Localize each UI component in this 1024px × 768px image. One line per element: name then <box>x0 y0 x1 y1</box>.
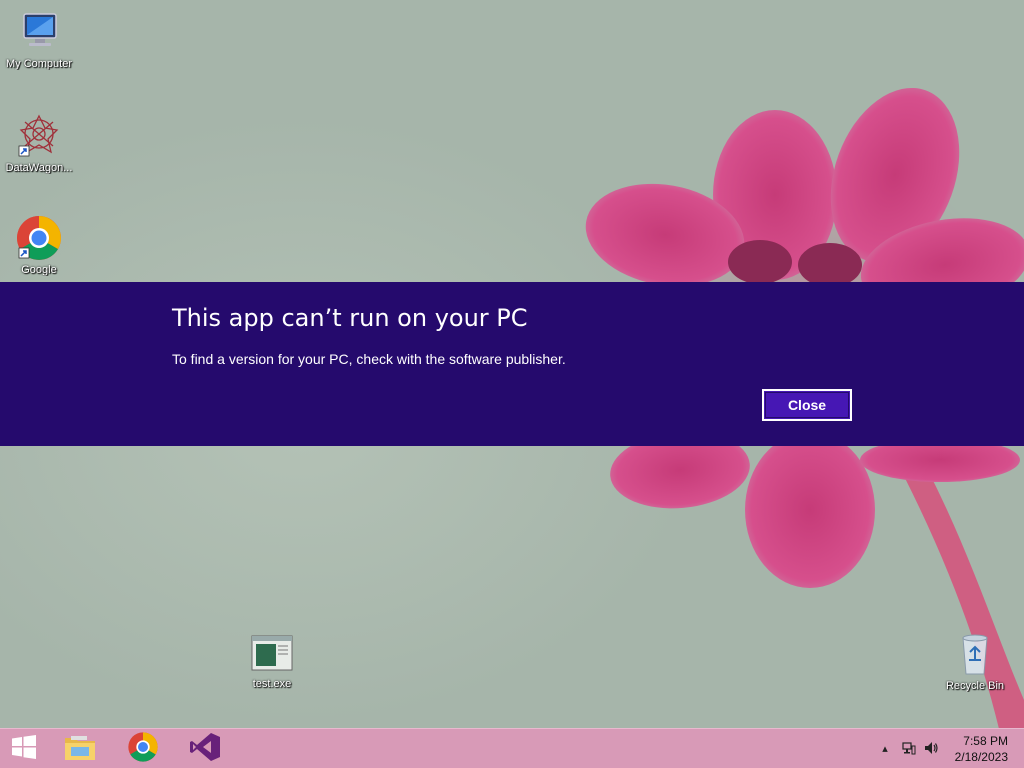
desktop-icon-recycle-bin[interactable]: Recycle Bin <box>936 630 1014 692</box>
network-icon[interactable] <box>902 741 916 755</box>
desktop-icon-label: Recycle Bin <box>945 680 1005 692</box>
start-button[interactable] <box>0 729 48 768</box>
desktop-icon-label: Google <box>21 264 57 276</box>
desktop-icon-label: test.exe <box>252 678 292 690</box>
desktop-icon-test-exe[interactable]: test.exe <box>233 634 311 690</box>
desktop-icon-label: My Computer <box>5 58 73 70</box>
recycle-bin-icon <box>951 630 999 678</box>
chrome-icon <box>127 731 159 768</box>
computer-icon <box>15 8 63 56</box>
desktop: My Computer DataWagon... Google test.exe… <box>0 0 1024 768</box>
taskbar-file-explorer[interactable] <box>50 729 110 768</box>
visual-studio-icon <box>189 732 221 767</box>
desktop-icon-my-computer[interactable]: My Computer <box>0 8 78 70</box>
taskbar-visual-studio[interactable] <box>175 729 235 768</box>
windows-start-icon <box>11 734 37 764</box>
clock-date: 2/18/2023 <box>954 750 1008 764</box>
taskbar-chrome[interactable] <box>113 729 173 768</box>
desktop-icon-datawagon[interactable]: DataWagon... <box>0 112 78 174</box>
close-button[interactable]: Close <box>762 389 852 421</box>
desktop-icon-google[interactable]: Google <box>0 214 78 276</box>
desktop-icon-label: DataWagon... <box>5 162 73 174</box>
volume-icon[interactable] <box>924 741 938 755</box>
clock[interactable]: 7:58 PM 2/18/2023 <box>955 733 1008 765</box>
dialog-title: This app can’t run on your PC <box>172 304 528 332</box>
clock-time: 7:58 PM <box>963 734 1008 748</box>
exe-file-icon <box>248 634 296 676</box>
file-explorer-icon <box>63 732 97 767</box>
taskbar: ▴ 7:58 PM 2/18/2023 <box>0 728 1024 768</box>
chevron-up-icon[interactable]: ▴ <box>878 741 892 755</box>
chrome-icon <box>15 214 63 262</box>
dialog-message: To find a version for your PC, check wit… <box>172 351 566 367</box>
datawagon-icon <box>15 112 63 160</box>
system-tray: ▴ 7:58 PM 2/18/2023 <box>864 729 1024 768</box>
